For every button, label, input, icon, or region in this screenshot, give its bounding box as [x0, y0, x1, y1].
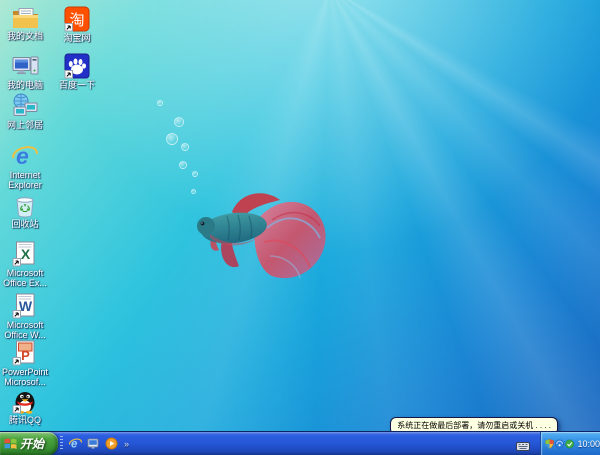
start-button[interactable]: 开始 [0, 432, 58, 455]
desktop-icon-internet-explorer[interactable]: e Internet Explorer [0, 143, 50, 191]
shortcut-arrow-badge [64, 70, 73, 79]
start-label: 开始 [20, 437, 45, 451]
language-keyboard-icon[interactable] [516, 438, 530, 455]
icon-label: 回收站 [11, 219, 39, 229]
desktop-icon-baidu[interactable]: 百度一下 [52, 53, 102, 90]
taskbar: 开始 e » 10:00 [0, 432, 600, 455]
icon-label: 淘宝网 [63, 33, 91, 43]
internet-explorer-icon: e [12, 143, 38, 169]
bubble [174, 117, 184, 127]
bubble [179, 161, 187, 169]
bubble [157, 100, 163, 106]
desktop-icon-taobao[interactable]: 淘 淘宝网 [52, 6, 102, 43]
quicklaunch-media-player-icon[interactable] [104, 436, 119, 451]
my-computer-icon [12, 56, 38, 75]
baidu-paw-icon [64, 53, 90, 79]
desktop-icon-excel[interactable]: X Microsoft Office Ex... [0, 241, 50, 289]
my-documents-icon [12, 8, 38, 28]
quicklaunch-show-desktop-icon[interactable] [86, 436, 101, 451]
desktop-icon-recycle-bin[interactable]: 回收站 [0, 193, 50, 229]
icon-label: 腾讯QQ [8, 415, 41, 425]
desktop-icon-powerpoint[interactable]: P PowerPoint Microsof... [0, 340, 50, 388]
desktop-icon-qq[interactable]: 腾讯QQ [0, 388, 50, 425]
shortcut-arrow-badge [12, 405, 21, 414]
svg-text:X: X [21, 246, 31, 262]
icon-label: 网上邻居 [6, 120, 43, 130]
icon-label: 我的电脑 [6, 80, 43, 90]
icon-label: Internet Explorer [8, 170, 42, 191]
desktop-icon-my-documents[interactable]: 我的文档 [0, 6, 50, 41]
taobao-icon: 淘 [64, 6, 90, 32]
desktop-screen: 我的文档 淘 淘宝网 我的电脑 百度一下 网上邻居 e Internet Exp… [0, 0, 600, 455]
shortcut-arrow-badge [12, 258, 21, 267]
shortcut-arrow-badge [64, 23, 73, 32]
word-icon: W [12, 293, 35, 319]
shortcut-arrow-badge [12, 310, 21, 319]
quicklaunch-grip[interactable] [60, 436, 63, 451]
quicklaunch-overflow-chevron[interactable]: » [124, 439, 129, 449]
desktop-icon-my-computer[interactable]: 我的电脑 [0, 53, 50, 90]
svg-text:P: P [21, 348, 30, 363]
windows-flag-icon [4, 438, 17, 449]
quicklaunch-ie-icon[interactable]: e [68, 436, 83, 451]
icon-label: Microsoft Office W... [4, 320, 46, 341]
system-tray: 10:00 [540, 432, 600, 455]
network-places-icon [13, 93, 37, 116]
bubble [166, 133, 178, 145]
icon-label: 我的文档 [6, 31, 43, 41]
qq-penguin-icon [12, 392, 35, 414]
shortcut-arrow-badge [12, 357, 21, 366]
icon-label: Microsoft Office Ex... [3, 268, 47, 289]
desktop-icon-word[interactable]: W Microsoft Office W... [0, 293, 50, 341]
powerpoint-icon: P [12, 340, 35, 366]
betta-fish-graphic [197, 193, 326, 279]
icon-label: 百度一下 [58, 80, 95, 90]
quick-launch-bar: e » [60, 432, 129, 455]
balloon-text: 系统正在做最后部署，请勿重启或关机 . . . . [397, 421, 551, 430]
tray-app-icon[interactable] [565, 438, 575, 450]
tray-security-shield-icon[interactable] [545, 438, 554, 450]
desktop-icon-network-places[interactable]: 网上邻居 [0, 93, 50, 130]
recycle-bin-icon [16, 197, 34, 218]
clock[interactable]: 10:00 [577, 439, 600, 449]
excel-icon: X [12, 241, 35, 267]
bubble [181, 143, 189, 151]
tray-network-icon[interactable] [555, 438, 565, 450]
icon-label: PowerPoint Microsof... [1, 367, 49, 388]
bubble [192, 171, 198, 177]
